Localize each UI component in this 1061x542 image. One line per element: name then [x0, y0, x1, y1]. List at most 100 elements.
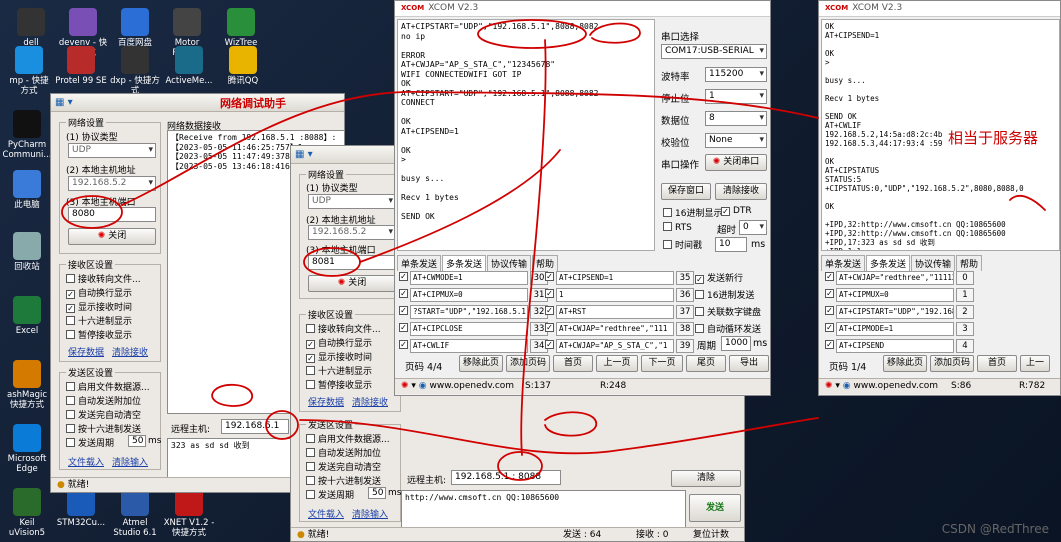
- page-nav-button[interactable]: 首页: [553, 355, 593, 372]
- command-input[interactable]: AT+CIPMUX=0: [410, 288, 528, 302]
- data-bits-select[interactable]: 8: [705, 111, 767, 126]
- option-checkbox[interactable]: ✓ 显示接收时间: [66, 300, 132, 313]
- command-input[interactable]: AT+CWJAP="redthree","111: [556, 322, 674, 336]
- gear-icon[interactable]: ✺: [401, 381, 409, 391]
- timeout-select[interactable]: 0: [739, 220, 767, 235]
- option-checkbox[interactable]: 自动发送附加位: [66, 394, 141, 407]
- command-input[interactable]: AT+CIPSTART="UDP","192.168.5.2",8080: [836, 305, 954, 319]
- hex-display-checkbox[interactable]: 16进制显示: [663, 206, 722, 219]
- tab-item[interactable]: 单条发送: [821, 255, 866, 271]
- desk-icon-pycharm[interactable]: PyCharm Communi...: [0, 110, 54, 160]
- send-row-button[interactable]: 36: [676, 288, 694, 302]
- desk-icon-thispc[interactable]: 此电脑: [0, 170, 54, 210]
- stop-bits-select[interactable]: 1: [705, 89, 767, 104]
- page-nav-button[interactable]: 添加页码: [930, 355, 974, 372]
- row-checkbox[interactable]: ✓: [825, 306, 834, 315]
- tab-item[interactable]: 多条发送: [866, 255, 911, 271]
- option-checkbox[interactable]: 发送周期: [66, 436, 114, 449]
- option-checkbox[interactable]: 按十六进制发送: [306, 474, 381, 487]
- xcom1-titlebar[interactable]: XCOM XCOM V2.3: [395, 1, 770, 17]
- row-checkbox[interactable]: ✓: [399, 306, 408, 315]
- xcom1-recv-textarea[interactable]: AT+CIPSTART="UDP","192.168.5.1",8088,808…: [397, 19, 655, 251]
- parity-select[interactable]: None: [705, 133, 767, 148]
- command-input[interactable]: 1: [556, 288, 674, 302]
- tab-item[interactable]: 协议传输: [911, 255, 956, 271]
- desk-icon-mp[interactable]: mp - 快捷 方式: [2, 46, 56, 96]
- desk-icon-excel[interactable]: Excel: [0, 296, 54, 336]
- file-load-link[interactable]: 文件载入: [308, 507, 344, 520]
- desk-icon-qq[interactable]: 腾讯QQ: [216, 46, 270, 86]
- page-nav-button[interactable]: 上一页: [596, 355, 638, 372]
- remote-ip-input[interactable]: 192.168.5.1: [221, 419, 289, 434]
- desk-icon-activeme[interactable]: ActiveMe...: [162, 46, 216, 86]
- option-checkbox[interactable]: ✓ 自动换行显示: [66, 286, 132, 299]
- option-checkbox[interactable]: 十六进制显示: [66, 314, 132, 327]
- send-row-button[interactable]: 4: [956, 339, 974, 353]
- option-checkbox[interactable]: 接收转向文件...: [306, 322, 381, 335]
- command-input[interactable]: AT+CWMODE=1: [410, 271, 528, 285]
- close-button[interactable]: ✺ 关闭: [68, 228, 156, 245]
- option-checkbox[interactable]: 启用文件数据源...: [306, 432, 390, 445]
- clear-recv-link[interactable]: 清除接收: [352, 395, 388, 408]
- reset-count-button[interactable]: 复位计数: [693, 528, 729, 541]
- command-input[interactable]: AT+CIPSEND: [836, 339, 954, 353]
- local-ip-select[interactable]: 192.168.5.2: [68, 176, 156, 191]
- command-input[interactable]: AT+CWJAP="redthree","11112222": [836, 271, 954, 285]
- desk-icon-baidu[interactable]: 百度网盘: [108, 8, 162, 48]
- page-nav-button[interactable]: 添加页码: [506, 355, 550, 372]
- desk-icon-dxp[interactable]: dxp - 快捷方 式: [108, 46, 162, 96]
- period-input[interactable]: 50: [128, 435, 146, 447]
- send-textarea[interactable]: http://www.cmsoft.cn QQ:10865600: [401, 490, 686, 528]
- netassist1-titlebar[interactable]: ▦ ▾: [51, 94, 344, 112]
- desk-icon-keil[interactable]: Keil uVision5: [0, 488, 54, 538]
- option-checkbox[interactable]: 暂停接收显示: [306, 378, 372, 391]
- desk-icon-xnet[interactable]: XNET V1.2 - 快捷方式: [162, 488, 216, 538]
- period-input[interactable]: 1000: [721, 336, 751, 351]
- send-row-button[interactable]: 3: [956, 322, 974, 336]
- send-row-button[interactable]: 39: [676, 339, 694, 353]
- desk-icon-stm32[interactable]: STM32Cu...: [54, 488, 108, 528]
- tab-item[interactable]: 帮助: [532, 255, 559, 271]
- clear-input-link[interactable]: 清除输入: [352, 507, 388, 520]
- tab-item[interactable]: 协议传输: [487, 255, 532, 271]
- clear-recv-button[interactable]: 清除接收: [715, 183, 767, 200]
- close-button[interactable]: ✺ 关闭: [308, 275, 396, 292]
- send-row-button[interactable]: 2: [956, 305, 974, 319]
- local-ip-select[interactable]: 192.168.5.2: [308, 225, 396, 240]
- protocol-select[interactable]: UDP: [68, 143, 156, 158]
- desk-icon-edge[interactable]: Microsoft Edge: [0, 424, 54, 474]
- desk-icon-recycle[interactable]: 回收站: [0, 232, 54, 272]
- timestamp-input[interactable]: 10: [715, 237, 747, 252]
- send-row-button[interactable]: 37: [676, 305, 694, 319]
- page-nav-button[interactable]: 移除此页: [459, 355, 503, 372]
- option-checkbox[interactable]: 接收转向文件...: [66, 272, 141, 285]
- page-nav-button[interactable]: 下一页: [641, 355, 683, 372]
- send-row-button[interactable]: 38: [676, 322, 694, 336]
- save-data-link[interactable]: 保存数据: [68, 345, 104, 358]
- row-checkbox[interactable]: ✓: [545, 340, 554, 349]
- send-row-button[interactable]: 35: [676, 271, 694, 285]
- clear-button[interactable]: 清除: [671, 470, 741, 487]
- desk-icon-flashmagic[interactable]: ashMagic 快捷方式: [0, 360, 54, 410]
- row-checkbox[interactable]: ✓: [825, 340, 834, 349]
- option-checkbox[interactable]: ✓ 自动换行显示: [306, 336, 372, 349]
- send-row-button[interactable]: 0: [956, 271, 974, 285]
- command-input[interactable]: AT+CWJAP="AP_S_STA_C","1: [556, 339, 674, 353]
- send-option-checkbox[interactable]: 16进制发送: [695, 288, 754, 301]
- row-checkbox[interactable]: ✓: [399, 289, 408, 298]
- clear-input-link[interactable]: 清除输入: [112, 455, 148, 468]
- remote-host-input[interactable]: 192.168.5.1 : 8088: [451, 470, 561, 485]
- page-nav-button[interactable]: 导出: [729, 355, 769, 372]
- url-link[interactable]: www.openedv.com: [430, 381, 515, 391]
- row-checkbox[interactable]: ✓: [545, 289, 554, 298]
- save-window-button[interactable]: 保存窗口: [661, 183, 711, 200]
- command-input[interactable]: AT+CWLIF: [410, 339, 528, 353]
- command-input[interactable]: AT+CIPCLOSE: [410, 322, 528, 336]
- dtr-checkbox[interactable]: ✓ DTR: [721, 206, 752, 216]
- option-checkbox[interactable]: 发送完自动清空: [306, 460, 381, 473]
- command-input[interactable]: AT+CIPSEND=1: [556, 271, 674, 285]
- row-checkbox[interactable]: ✓: [399, 340, 408, 349]
- protocol-select[interactable]: UDP: [308, 194, 396, 209]
- option-checkbox[interactable]: 发送完自动清空: [66, 408, 141, 421]
- tab-item[interactable]: 帮助: [956, 255, 983, 271]
